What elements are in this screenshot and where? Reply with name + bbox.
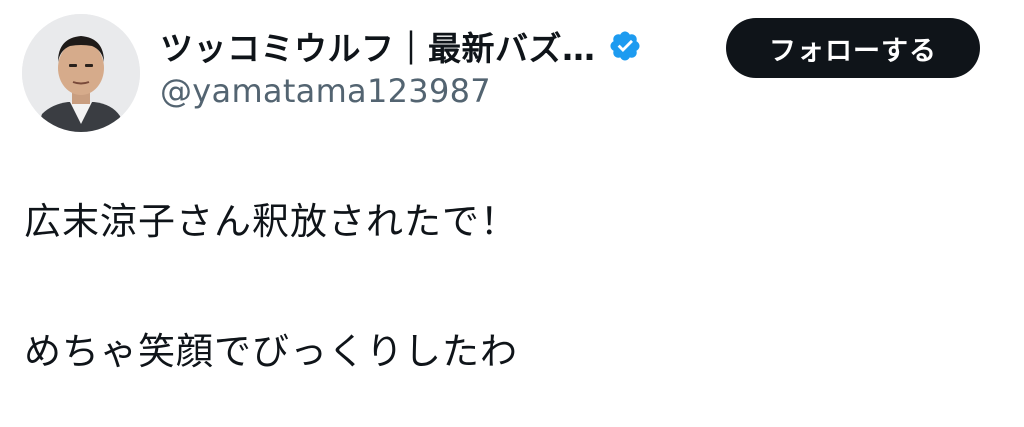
author-handle[interactable]: @yamatama123987 [160,72,491,110]
author-name-row: ツッコミウルフ｜最新バズ… [160,20,642,72]
follow-button[interactable]: フォローする [726,18,980,78]
verified-badge-icon [608,29,642,63]
avatar-photo-icon [22,14,140,132]
tweet-text-line: 広末涼子さん釈放されたで！ [24,200,518,243]
tweet-text: 広末涼子さん釈放されたで！ めちゃ笑顔でびっくりしたわ [24,198,518,376]
avatar[interactable] [22,14,140,132]
tweet-card: ツッコミウルフ｜最新バズ… @yamatama123987 フォローする 広末涼… [0,0,1024,427]
author-display-name[interactable]: ツッコミウルフ｜最新バズ… [160,22,596,70]
tweet-text-line: めちゃ笑顔でびっくりしたわ [24,330,518,373]
tweet-line-break [24,246,518,328]
